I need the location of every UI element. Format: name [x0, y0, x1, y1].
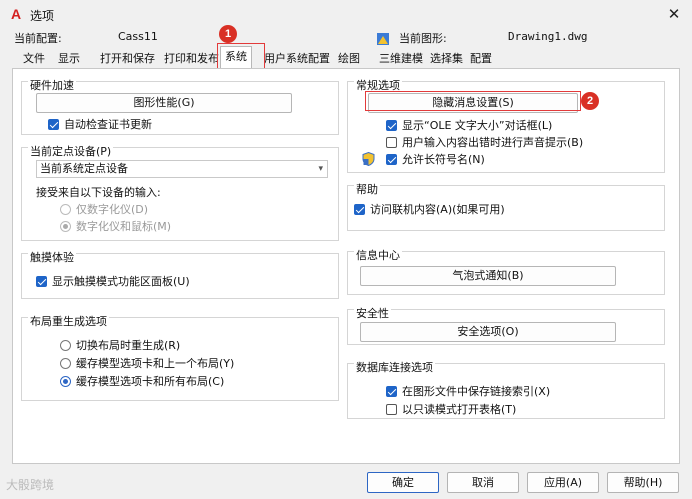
cache-model-all-radio[interactable]	[60, 376, 71, 387]
tab-drafting[interactable]: 绘图	[338, 50, 360, 68]
layout-regen-group: 布局重生成选项 切换布局时重生成(R) 缓存模型选项卡和上一个布局(Y) 缓存模…	[21, 315, 339, 401]
security-group: 安全性 安全选项(O)	[347, 307, 665, 345]
beep-on-error-label: 用户输入内容出错时进行声音提示(B)	[402, 136, 584, 149]
tab-plot-publish[interactable]: 打印和发布	[164, 50, 219, 68]
apply-button[interactable]: 应用(A)	[527, 472, 599, 493]
watermark: 大骰跨境	[6, 478, 55, 492]
tab-user-preferences[interactable]: 用户系统配置	[264, 50, 330, 68]
db-connect-title: 数据库连接选项	[354, 361, 435, 374]
pointing-device-group: 当前定点设备(P) 当前系统定点设备 ▾ 接受来自以下设备的输入: 仅数字化仪(…	[21, 145, 339, 241]
long-names-checkbox[interactable]	[386, 154, 397, 165]
access-online-checkbox[interactable]	[354, 204, 365, 215]
open-readonly-checkbox[interactable]	[386, 404, 397, 415]
chevron-down-icon: ▾	[318, 164, 323, 174]
cache-model-last-radio[interactable]	[60, 358, 71, 369]
auto-check-cert-checkbox[interactable]	[48, 119, 59, 130]
cancel-button[interactable]: 取消	[447, 472, 519, 493]
help-button[interactable]: 帮助(H)	[607, 472, 679, 493]
touch-experience-group: 触摸体验 显示触摸模式功能区面板(U)	[21, 251, 339, 299]
touch-ribbon-label: 显示触摸模式功能区面板(U)	[52, 275, 190, 288]
security-title: 安全性	[354, 307, 391, 320]
highlight-hidden-messages	[365, 91, 581, 111]
auto-check-cert-label: 自动检查证书更新	[64, 118, 152, 131]
tab-open-save[interactable]: 打开和保存	[100, 50, 155, 68]
system-tab-panel: 硬件加速 图形性能(G) 自动检查证书更新 当前定点设备(P) 当前系统定点设备…	[12, 68, 680, 464]
digitizer-mouse-label: 数字化仪和鼠标(M)	[76, 220, 172, 233]
save-link-index-label: 在图形文件中保存链接索引(X)	[402, 385, 551, 398]
highlight-system-tab	[217, 43, 265, 71]
open-readonly-label: 以只读模式打开表格(T)	[402, 403, 517, 416]
help-title: 帮助	[354, 183, 380, 196]
info-center-title: 信息中心	[354, 249, 402, 262]
layout-regen-title: 布局重生成选项	[28, 315, 109, 328]
db-connect-group: 数据库连接选项 在图形文件中保存链接索引(X) 以只读模式打开表格(T)	[347, 361, 665, 419]
pointing-device-select[interactable]: 当前系统定点设备 ▾	[36, 160, 328, 178]
graphics-performance-button[interactable]: 图形性能(G)	[36, 93, 292, 113]
tab-files[interactable]: 文件	[23, 50, 45, 68]
title-bar: A 选项 ✕	[0, 0, 692, 30]
cache-model-all-label: 缓存模型选项卡和所有布局(C)	[76, 375, 225, 388]
close-icon[interactable]: ✕	[662, 4, 686, 24]
current-config-value: Cass11	[118, 30, 158, 43]
regen-on-switch-label: 切换布局时重生成(R)	[76, 339, 181, 352]
autocad-logo-icon: A	[10, 6, 22, 22]
step-badge-1: 1	[219, 25, 237, 43]
window-title: 选项	[30, 9, 55, 23]
regen-on-switch-radio[interactable]	[60, 340, 71, 351]
pointing-device-title: 当前定点设备(P)	[28, 145, 114, 158]
hardware-acceleration-title: 硬件加速	[28, 79, 76, 92]
tab-3d-modeling[interactable]: 三维建模	[379, 50, 423, 68]
shield-icon	[362, 151, 375, 167]
long-names-label: 允许长符号名(N)	[402, 153, 485, 166]
tab-display[interactable]: 显示	[58, 50, 80, 68]
step-badge-2: 2	[581, 92, 599, 110]
balloon-notifications-button[interactable]: 气泡式通知(B)	[360, 266, 616, 286]
cache-model-last-label: 缓存模型选项卡和上一个布局(Y)	[76, 357, 235, 370]
tab-profiles[interactable]: 配置	[470, 50, 492, 68]
ole-dialog-label: 显示“OLE 文字大小”对话框(L)	[402, 119, 553, 132]
digitizer-only-radio[interactable]	[60, 204, 71, 215]
access-online-label: 访问联机内容(A)(如果可用)	[370, 203, 505, 216]
info-center-group: 信息中心 气泡式通知(B)	[347, 249, 665, 295]
current-config-label: 当前配置:	[14, 32, 62, 45]
security-options-button[interactable]: 安全选项(O)	[360, 322, 616, 342]
tab-selection[interactable]: 选择集	[430, 50, 463, 68]
pointing-device-value: 当前系统定点设备	[40, 162, 128, 175]
ok-button[interactable]: 确定	[367, 472, 439, 493]
touch-ribbon-checkbox[interactable]	[36, 276, 47, 287]
digitizer-mouse-radio[interactable]	[60, 221, 71, 232]
help-group: 帮助 访问联机内容(A)(如果可用)	[347, 183, 665, 231]
beep-on-error-checkbox[interactable]	[386, 137, 397, 148]
current-drawing-value: Drawing1.dwg	[508, 30, 588, 43]
accept-input-label: 接受来自以下设备的输入:	[36, 186, 161, 199]
hardware-acceleration-group: 硬件加速 图形性能(G) 自动检查证书更新	[21, 79, 339, 135]
ole-dialog-checkbox[interactable]	[386, 120, 397, 131]
current-drawing-label: 当前图形:	[399, 32, 447, 45]
touch-experience-title: 触摸体验	[28, 251, 76, 264]
drawing-file-icon	[376, 32, 390, 46]
digitizer-only-label: 仅数字化仪(D)	[76, 203, 149, 216]
save-link-index-checkbox[interactable]	[386, 386, 397, 397]
